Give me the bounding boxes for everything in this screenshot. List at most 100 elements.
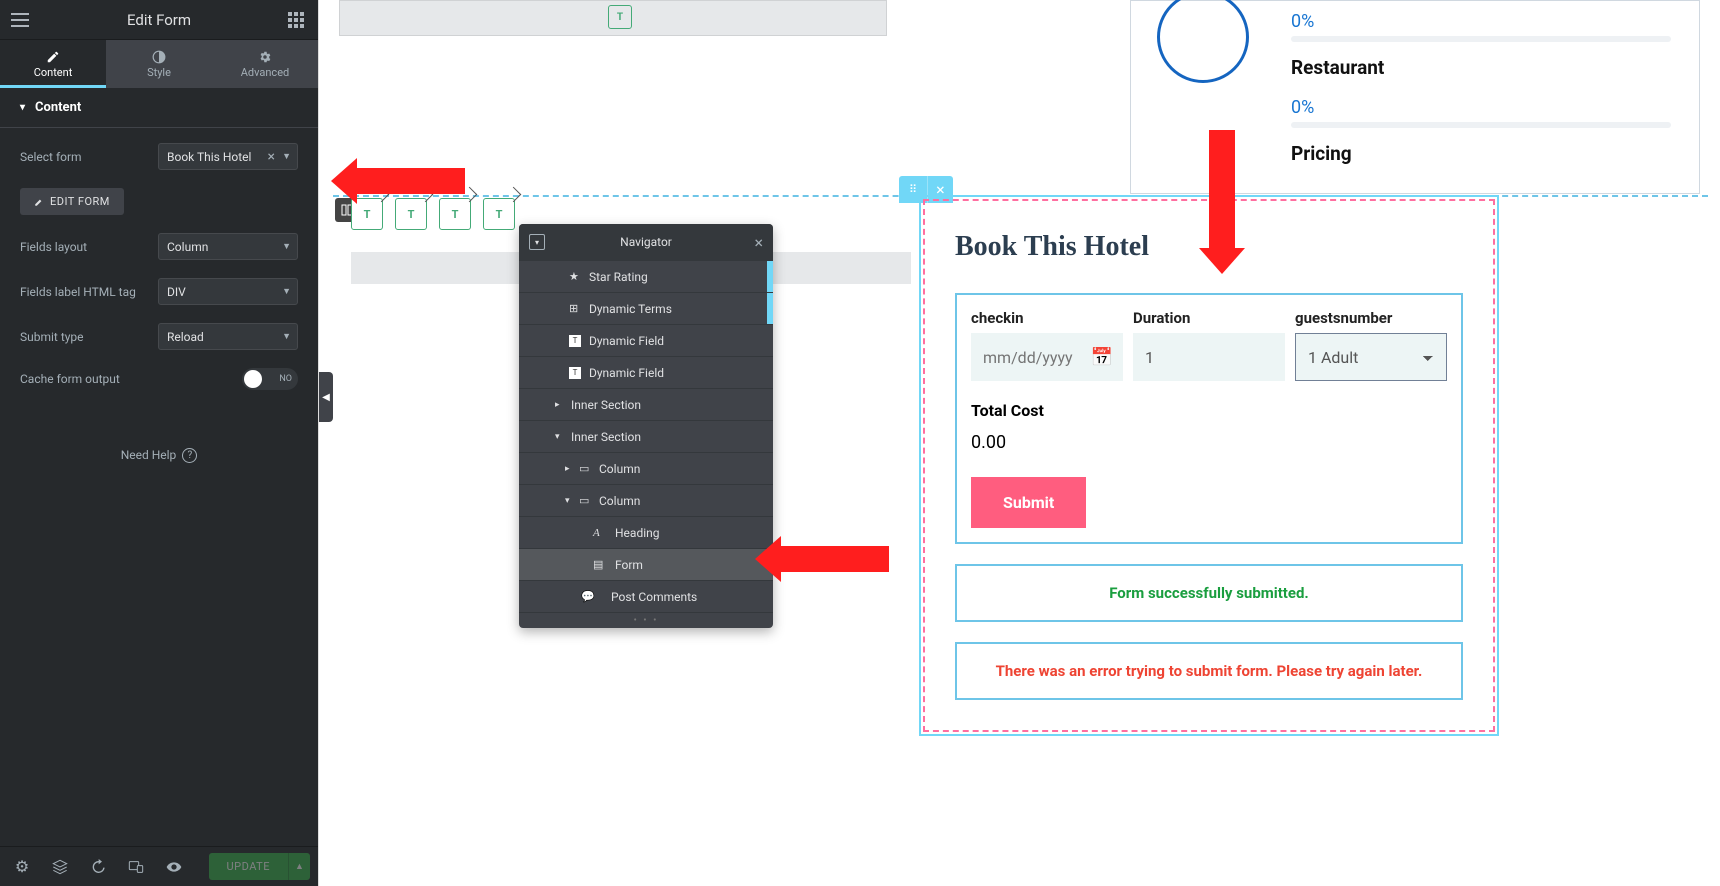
- annotation-arrow: [355, 168, 465, 194]
- nav-item-column[interactable]: ▸▭Column: [519, 452, 773, 484]
- sidebar-tabs: Content Style Advanced: [0, 40, 318, 88]
- settings-icon[interactable]: ⚙: [8, 853, 36, 881]
- caret-down-icon: ▾: [565, 496, 570, 506]
- navigator-panel: ▾ Navigator × ★Star Rating ⊞Dynamic Term…: [519, 224, 773, 628]
- stat-label: Restaurant: [1291, 56, 1699, 79]
- html-tag-dropdown[interactable]: DIV ▼: [158, 278, 298, 305]
- stat-percent: 0%: [1291, 97, 1699, 118]
- edit-form-button[interactable]: EDIT FORM: [20, 188, 124, 215]
- preview-icon[interactable]: [160, 853, 188, 881]
- star-icon: ★: [569, 270, 579, 283]
- form-title: Book This Hotel: [955, 231, 1463, 263]
- submit-type-label: Submit type: [20, 330, 84, 344]
- success-message: Form successfully submitted.: [955, 564, 1463, 622]
- stats-panel: 0% Restaurant 0% Pricing: [1130, 0, 1700, 194]
- caret-down-icon: ▾: [20, 102, 25, 113]
- form-icon: ▤: [593, 558, 603, 571]
- widgets-grid-icon[interactable]: [282, 6, 310, 34]
- clear-icon[interactable]: ×: [268, 149, 275, 165]
- cache-toggle[interactable]: NO: [242, 368, 298, 390]
- error-message: There was an error trying to submit form…: [955, 642, 1463, 700]
- select-form-label: Select form: [20, 150, 82, 164]
- navigator-collapse-icon[interactable]: ▾: [529, 234, 545, 250]
- navigator-resize-handle[interactable]: • • •: [519, 612, 773, 628]
- form-inner: Book This Hotel checkin 📅 Duration: [923, 199, 1495, 732]
- stat-bar: [1291, 36, 1671, 42]
- duration-label: Duration: [1133, 309, 1285, 327]
- chevron-down-icon: ▼: [282, 151, 291, 162]
- guests-select[interactable]: 1 Adult: [1295, 333, 1447, 381]
- widget-item[interactable]: T: [351, 198, 383, 230]
- help-icon: ?: [182, 448, 197, 463]
- sidebar-body: Select form Book This Hotel × ▼ EDIT FOR…: [0, 128, 318, 846]
- nav-item-star-rating[interactable]: ★Star Rating: [519, 260, 773, 292]
- navigator-header: ▾ Navigator ×: [519, 224, 773, 260]
- caret-right-icon: ▸: [565, 464, 570, 474]
- widget-item[interactable]: T: [439, 198, 471, 230]
- layers-icon[interactable]: [46, 853, 74, 881]
- stat-percent: 0%: [1291, 11, 1699, 32]
- calendar-icon[interactable]: 📅: [1091, 347, 1113, 368]
- update-dropdown-button[interactable]: ▲: [288, 853, 310, 880]
- duration-input[interactable]: [1133, 333, 1285, 381]
- editor-sidebar: Edit Form Content Style Advanced ▾ Conte…: [0, 0, 318, 886]
- stat-bar: [1291, 122, 1671, 128]
- responsive-icon[interactable]: [122, 853, 150, 881]
- widget-item[interactable]: T: [395, 198, 427, 230]
- widget-row: T T T T: [351, 198, 515, 230]
- submit-type-dropdown[interactable]: Reload ▼: [158, 323, 298, 350]
- tab-advanced[interactable]: Advanced: [212, 40, 318, 88]
- nav-item-inner-section[interactable]: ▾Inner Section: [519, 420, 773, 452]
- navigator-title: Navigator: [620, 235, 672, 249]
- section-header-content[interactable]: ▾ Content: [0, 88, 318, 128]
- nav-item-dynamic-terms[interactable]: ⊞Dynamic Terms: [519, 292, 773, 324]
- nav-item-dynamic-field[interactable]: TDynamic Field: [519, 356, 773, 388]
- nav-item-dynamic-field[interactable]: TDynamic Field: [519, 324, 773, 356]
- text-icon: T: [608, 5, 632, 29]
- chevron-down-icon: ▼: [282, 241, 291, 252]
- update-button[interactable]: UPDATE: [209, 853, 288, 880]
- progress-circle: [1157, 0, 1249, 83]
- collapse-sidebar-handle[interactable]: ◀: [319, 372, 333, 422]
- editor-canvas: T T T T T ◀ ▾ Navigator × ★Star Rating ⊞…: [318, 0, 1720, 886]
- comments-icon: 💬: [581, 590, 595, 603]
- close-icon[interactable]: ×: [754, 233, 763, 252]
- tab-style[interactable]: Style: [106, 40, 212, 88]
- tab-content[interactable]: Content: [0, 40, 106, 88]
- fields-layout-label: Fields layout: [20, 240, 87, 254]
- nav-item-form[interactable]: ▤Form: [519, 548, 773, 580]
- chevron-down-icon: ▼: [282, 331, 291, 342]
- fields-layout-dropdown[interactable]: Column ▼: [158, 233, 298, 260]
- widget-item[interactable]: T: [483, 198, 515, 230]
- canvas-top-block[interactable]: T: [339, 0, 887, 36]
- caret-down-icon: ▾: [555, 432, 560, 442]
- nav-item-inner-section[interactable]: ▸Inner Section: [519, 388, 773, 420]
- guests-label: guestsnumber: [1295, 309, 1447, 327]
- form-section[interactable]: Book This Hotel checkin 📅 Duration: [919, 195, 1499, 736]
- sidebar-footer: ⚙ UPDATE ▲: [0, 846, 318, 886]
- heading-icon: A: [593, 527, 600, 539]
- field-icon: T: [569, 367, 581, 379]
- history-icon[interactable]: [84, 853, 112, 881]
- nav-item-post-comments[interactable]: 💬Post Comments: [519, 580, 773, 612]
- form-fields-wrapper: checkin 📅 Duration guestsnumber 1 Ad: [955, 293, 1463, 544]
- sidebar-header: Edit Form: [0, 0, 318, 40]
- sidebar-title: Edit Form: [0, 11, 318, 29]
- checkin-label: checkin: [971, 309, 1123, 327]
- need-help-link[interactable]: Need Help ?: [20, 448, 298, 463]
- chevron-down-icon: ▼: [282, 286, 291, 297]
- column-icon: ▭: [579, 494, 589, 507]
- total-cost-label: Total Cost: [971, 401, 1447, 420]
- select-form-dropdown[interactable]: Book This Hotel × ▼: [158, 143, 298, 170]
- nav-item-heading[interactable]: AHeading: [519, 516, 773, 548]
- stat-label: Pricing: [1291, 142, 1699, 165]
- cache-label: Cache form output: [20, 372, 120, 386]
- toggle-knob: [244, 370, 262, 388]
- hamburger-icon[interactable]: [0, 0, 40, 40]
- html-tag-label: Fields label HTML tag: [20, 285, 136, 299]
- annotation-arrow: [779, 546, 889, 572]
- nav-item-column[interactable]: ▾▭Column: [519, 484, 773, 516]
- submit-button[interactable]: Submit: [971, 477, 1086, 528]
- total-cost-value: 0.00: [971, 432, 1447, 453]
- caret-right-icon: ▸: [555, 400, 560, 410]
